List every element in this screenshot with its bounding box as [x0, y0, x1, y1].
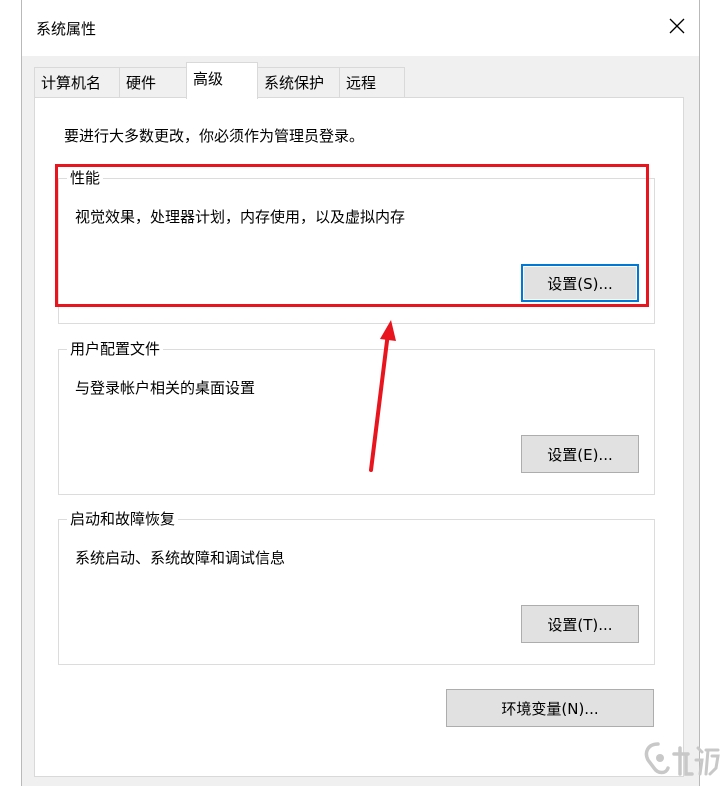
admin-notice: 要进行大多数更改，你必须作为管理员登录。 — [64, 127, 365, 145]
system-properties-window: 系统属性 计算机名 硬件 高级 系统保护 远程 要进行大多数更改，你必须作为管理… — [21, 0, 700, 786]
close-icon — [669, 18, 685, 34]
close-button[interactable] — [655, 6, 699, 46]
environment-variables-button[interactable]: 环境变量(N)... — [446, 689, 654, 727]
tab-hardware[interactable]: 硬件 — [119, 67, 187, 97]
tab-label: 硬件 — [126, 74, 157, 92]
startup-recovery-settings-button[interactable]: 设置(T)... — [521, 605, 639, 643]
performance-settings-button[interactable]: 设置(S)... — [521, 264, 639, 302]
performance-description: 视觉效果，处理器计划，内存使用，以及虚拟内存 — [75, 208, 406, 226]
tab-label: 远程 — [346, 74, 377, 92]
user-profiles-description: 与登录帐户相关的桌面设置 — [75, 379, 256, 397]
startup-recovery-group-label: 启动和故障恢复 — [67, 508, 179, 529]
performance-group-label: 性能 — [67, 167, 104, 188]
title-bar: 系统属性 — [22, 0, 699, 56]
tab-remote[interactable]: 远程 — [339, 67, 405, 97]
tab-system-protection[interactable]: 系统保护 — [257, 67, 340, 97]
user-profiles-group: 用户配置文件 与登录帐户相关的桌面设置 设置(E)... — [58, 338, 655, 495]
startup-recovery-group: 启动和故障恢复 系统启动、系统故障和调试信息 设置(T)... — [58, 508, 655, 665]
tab-computer-name[interactable]: 计算机名 — [34, 67, 120, 97]
startup-recovery-description: 系统启动、系统故障和调试信息 — [75, 549, 286, 567]
tab-strip: 计算机名 硬件 高级 系统保护 远程 — [34, 62, 684, 99]
tab-label: 计算机名 — [41, 74, 102, 92]
tab-advanced[interactable]: 高级 — [186, 62, 258, 99]
advanced-tab-panel: 要进行大多数更改，你必须作为管理员登录。 性能 视觉效果，处理器计划，内存使用，… — [34, 97, 684, 777]
user-profiles-settings-button[interactable]: 设置(E)... — [521, 435, 639, 473]
tab-label: 系统保护 — [264, 74, 325, 92]
tab-label: 高级 — [193, 70, 224, 88]
user-profiles-group-label: 用户配置文件 — [67, 338, 164, 359]
window-title: 系统属性 — [36, 20, 97, 38]
performance-group: 性能 视觉效果，处理器计划，内存使用，以及虚拟内存 设置(S)... — [58, 167, 655, 324]
